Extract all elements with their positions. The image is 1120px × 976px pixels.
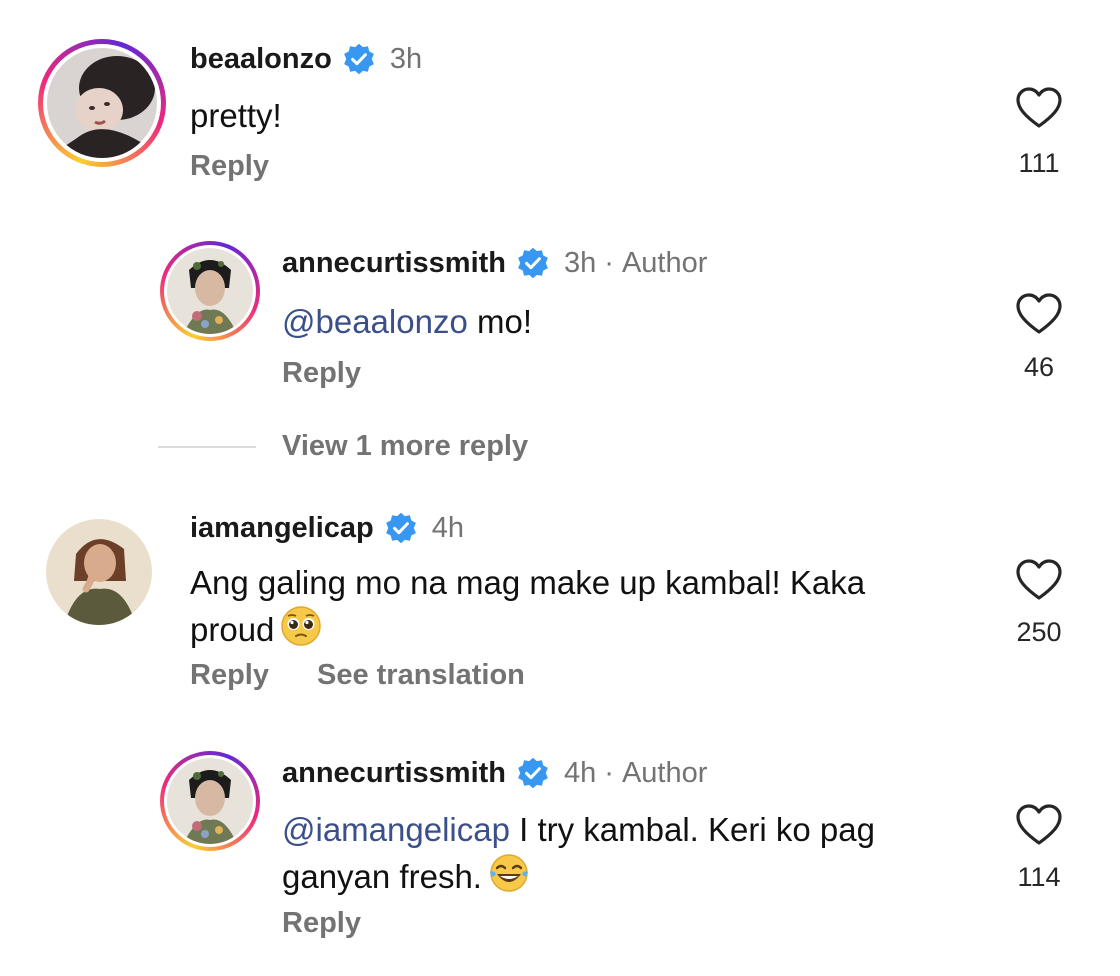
tears-of-joy-emoji-icon xyxy=(489,854,528,892)
mention-link[interactable]: @iamangelicap xyxy=(282,811,510,848)
reply-button[interactable]: Reply xyxy=(282,907,361,940)
author-badge: Author xyxy=(621,756,708,789)
like-count: 114 xyxy=(1017,862,1061,892)
comment-text: @iamangelicap I try kambal. Keri ko pag … xyxy=(282,811,875,895)
comment-actions: Reply xyxy=(282,907,361,940)
username[interactable]: annecurtissmith 4h · Author xyxy=(282,756,707,790)
heart-icon[interactable] xyxy=(1015,803,1063,847)
avatar[interactable] xyxy=(160,751,260,851)
verified-badge-icon xyxy=(518,757,548,789)
avatar-photo xyxy=(167,758,253,844)
reply-annecurtissmith-2: annecurtissmith 4h · Author @iamangelicap … xyxy=(0,0,1120,976)
comment-time: 4h · Author xyxy=(564,756,708,789)
